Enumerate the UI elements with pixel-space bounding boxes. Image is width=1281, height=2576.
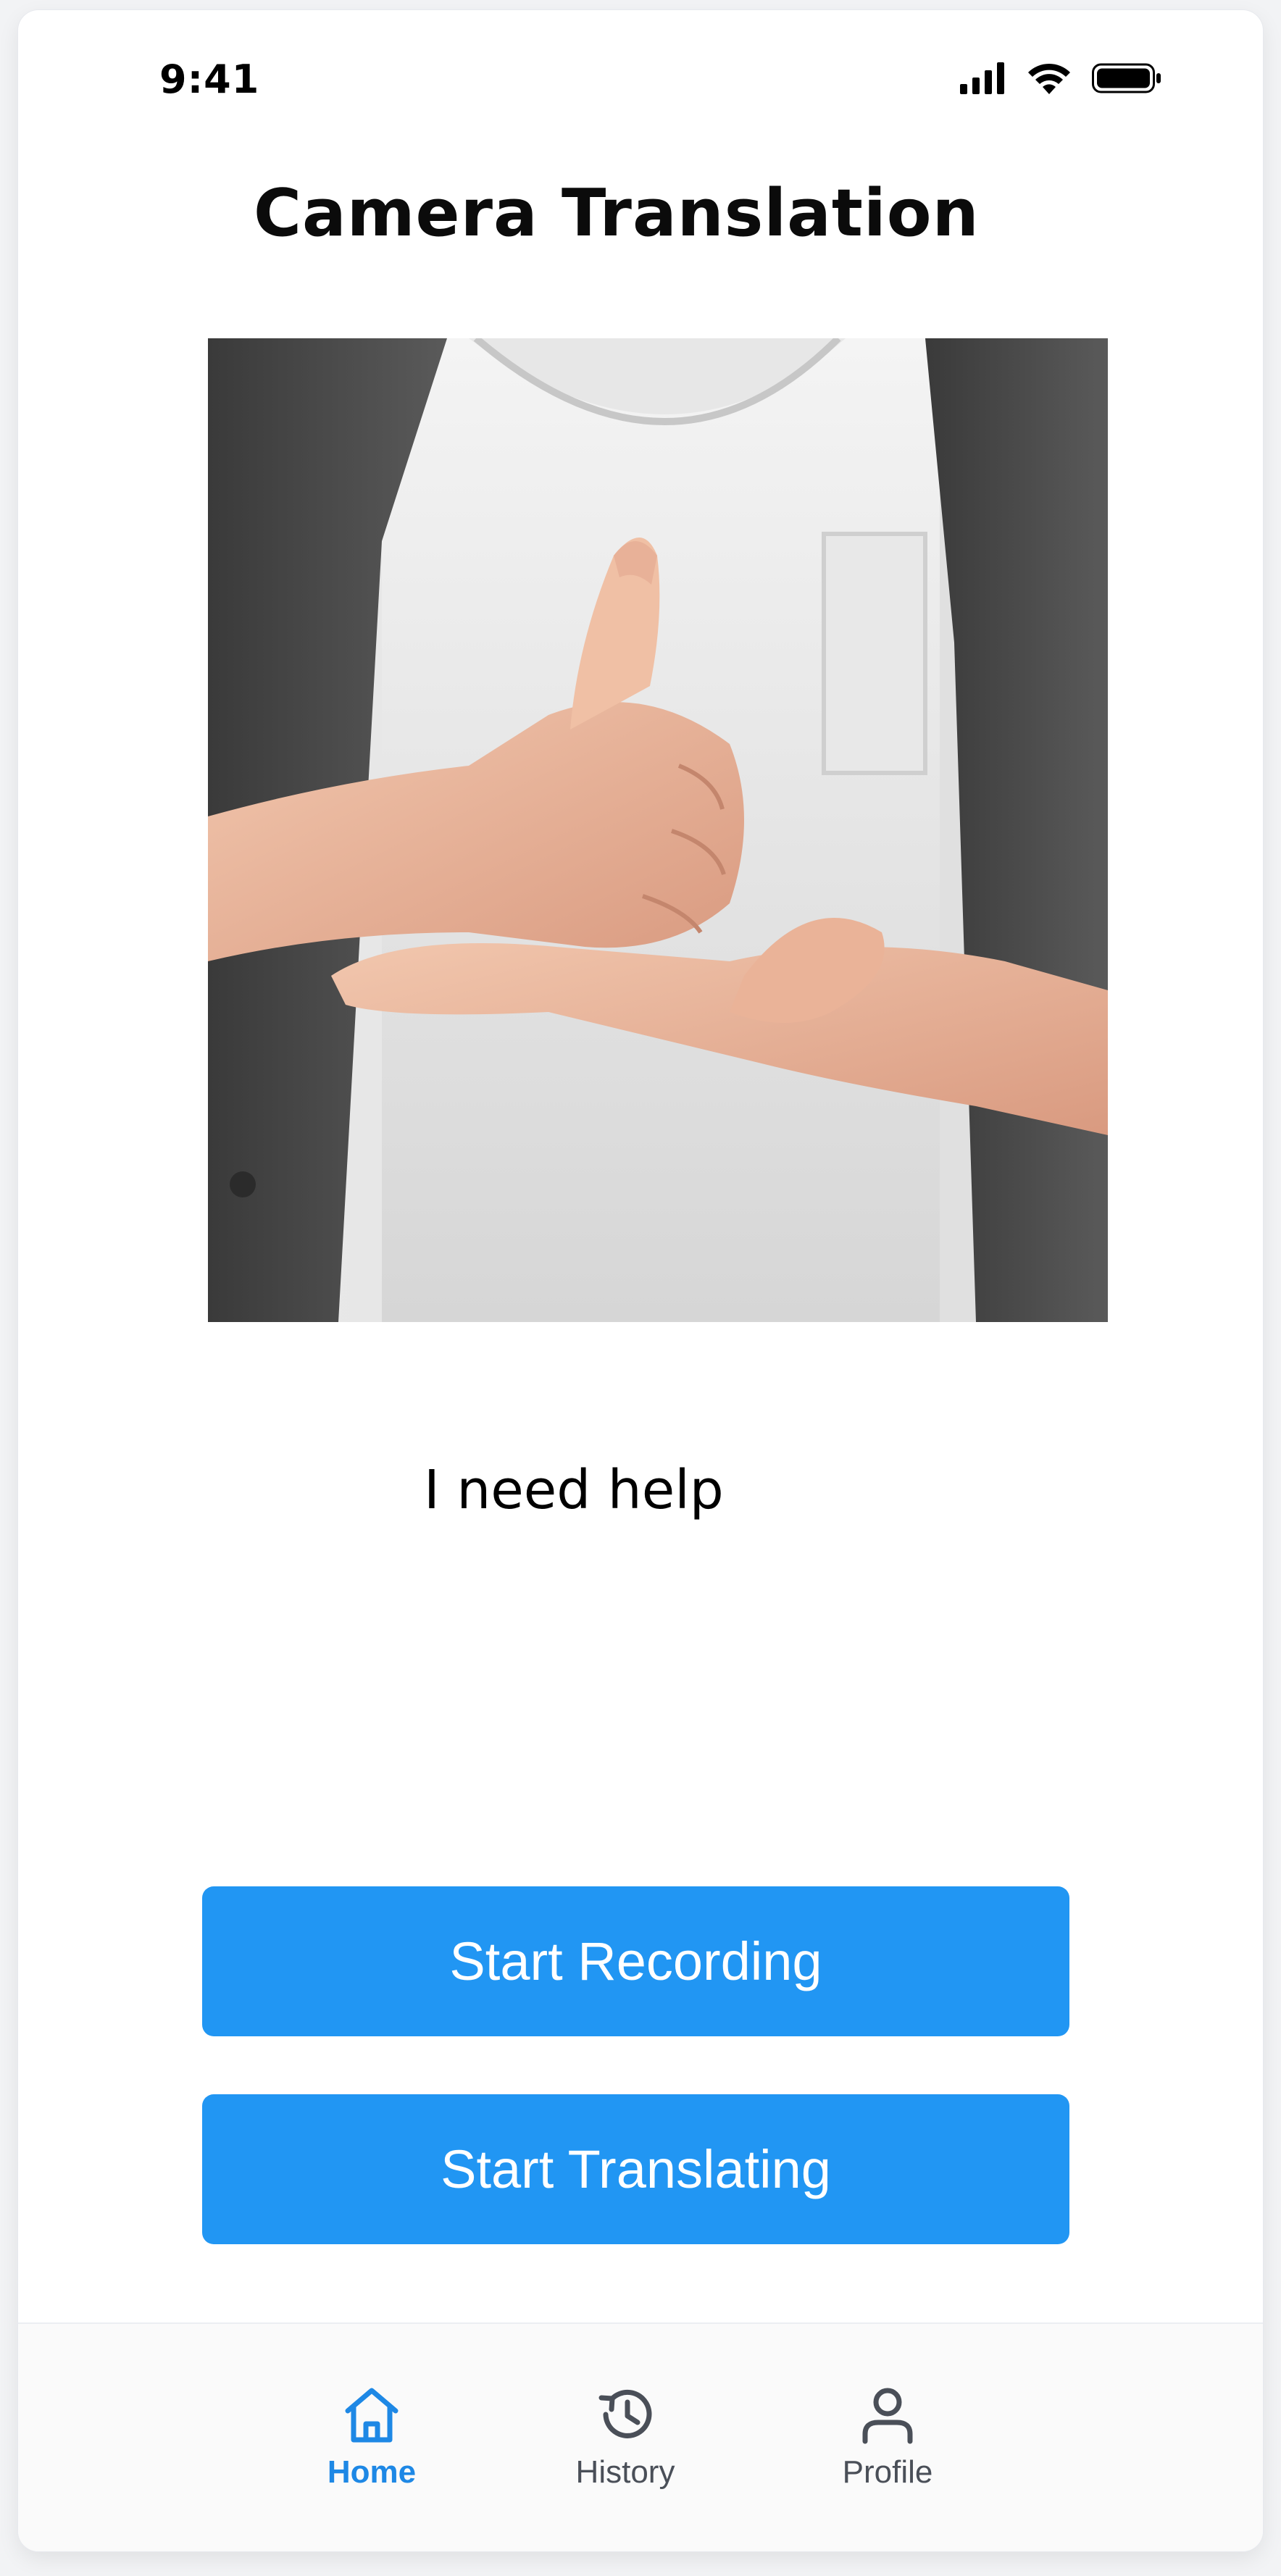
bottom-navigation: Home History Profile — [18, 2322, 1263, 2551]
sign-language-photo — [208, 338, 1108, 1322]
translation-output: I need help — [424, 1459, 724, 1521]
profile-icon — [862, 2388, 913, 2444]
nav-item-home[interactable]: Home — [292, 2382, 451, 2491]
battery-icon — [1092, 63, 1161, 93]
page-title: Camera Translation — [254, 175, 980, 251]
status-icons — [960, 62, 1161, 94]
history-icon — [598, 2389, 652, 2438]
cellular-signal-icon — [960, 62, 1004, 94]
status-bar: 9:41 — [18, 10, 1263, 141]
start-translating-button[interactable]: Start Translating — [202, 2094, 1069, 2244]
wifi-icon — [1028, 63, 1070, 94]
start-recording-button[interactable]: Start Recording — [202, 1886, 1069, 2036]
phone-screen: 9:41 Camera Translation I need help Star… — [18, 10, 1263, 2551]
home-icon — [345, 2388, 399, 2443]
nav-label-home: Home — [327, 2454, 417, 2490]
nav-label-history: History — [575, 2454, 675, 2490]
camera-preview — [208, 338, 1108, 1322]
status-time: 9:41 — [159, 57, 260, 102]
nav-item-profile[interactable]: Profile — [808, 2382, 967, 2491]
nav-label-profile: Profile — [842, 2454, 933, 2490]
nav-item-history[interactable]: History — [546, 2382, 705, 2491]
